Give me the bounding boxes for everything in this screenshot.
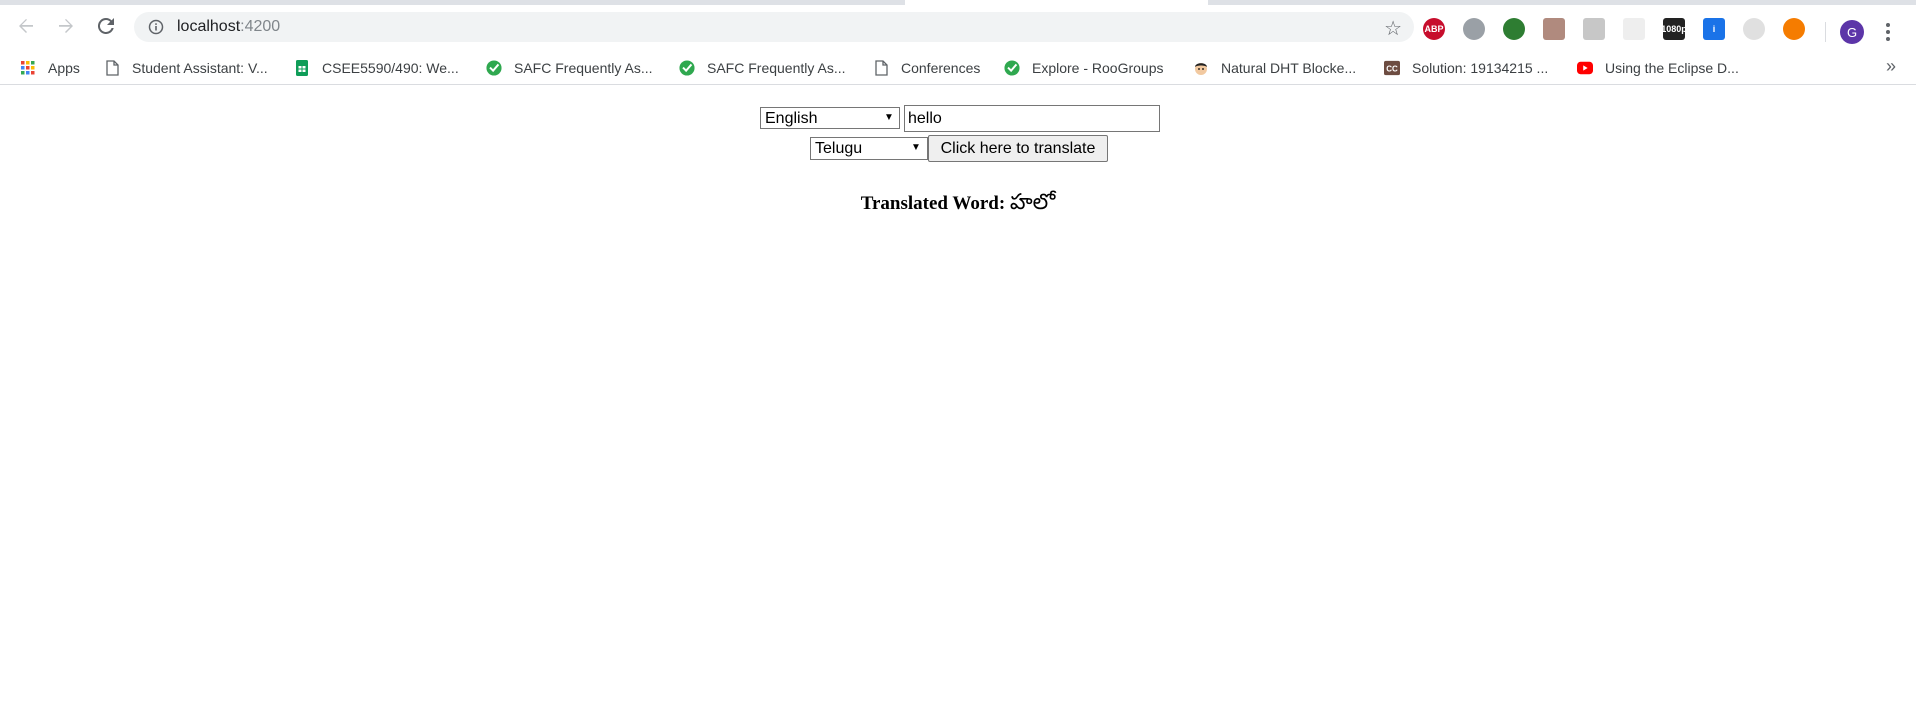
bookmark-csee5590[interactable]: CSEE5590/490: We... <box>294 58 459 78</box>
bookmark-label: Solution: 19134215 ... <box>1412 60 1549 76</box>
profile-avatar[interactable]: G <box>1840 20 1864 44</box>
timer-extension-icon[interactable] <box>1743 18 1765 40</box>
fire-extension-icon[interactable] <box>1783 18 1805 40</box>
url-text[interactable]: localhost:4200 <box>177 18 280 36</box>
bookmark-explore-roogroups[interactable]: Explore - RooGroups <box>1004 58 1164 78</box>
pdf-extension-icon[interactable] <box>1543 18 1565 40</box>
bookmark-natural-dht[interactable]: Natural DHT Blocke... <box>1193 58 1356 78</box>
bookmark-label: Conferences <box>901 60 981 76</box>
translate-button[interactable]: Click here to translate <box>928 135 1108 162</box>
forward-arrow-icon <box>59 19 73 33</box>
check-badge-icon <box>679 60 695 76</box>
bookmark-safc-1[interactable]: SAFC Frequently As... <box>486 58 653 78</box>
info-icon[interactable] <box>148 19 164 35</box>
grammar-extension-icon[interactable] <box>1583 18 1605 40</box>
bookmarks-bar: Apps Student Assistant: V... CSEE5590/490:… <box>0 50 1916 85</box>
result-value: హలో <box>1009 189 1056 214</box>
toolbar-separator <box>1825 22 1826 42</box>
youtube-icon <box>1577 60 1593 76</box>
source-language-select[interactable]: English <box>760 107 900 129</box>
browser-menu-button[interactable] <box>1882 20 1894 44</box>
bookmark-label: Explore - RooGroups <box>1032 60 1164 76</box>
url-host: localhost <box>177 18 241 35</box>
forward-button[interactable] <box>52 12 80 40</box>
bookmark-safc-2[interactable]: SAFC Frequently As... <box>679 58 846 78</box>
translation-result: Translated Word: హలో <box>0 189 1916 220</box>
bookmarks-overflow-chevron-icon[interactable]: » <box>1886 56 1896 77</box>
bookmark-label: Natural DHT Blocke... <box>1221 60 1357 76</box>
bookmark-label: Student Assistant: V... <box>132 60 268 76</box>
globe-extension-icon[interactable] <box>1503 18 1525 40</box>
bookmark-label: Using the Eclipse D... <box>1605 60 1739 76</box>
bookmark-label: CSEE5590/490: We... <box>322 60 459 76</box>
target-language-select[interactable]: Telugu <box>810 137 928 160</box>
back-button[interactable] <box>12 12 40 40</box>
bookmark-star-icon[interactable]: ☆ <box>1384 16 1402 41</box>
word-input[interactable] <box>904 105 1160 132</box>
browser-toolbar: localhost:4200 ☆ ABP 1080p i G <box>0 6 1916 46</box>
tab-strip-segment <box>0 0 905 5</box>
check-badge-icon <box>1004 60 1020 76</box>
url-port: :4200 <box>240 18 281 35</box>
result-label: Translated Word: <box>860 193 1006 214</box>
shield-extension-icon[interactable] <box>1463 18 1485 40</box>
cc-icon: CC <box>1384 60 1400 76</box>
svg-text:CC: CC <box>1386 65 1398 74</box>
check-badge-icon <box>486 60 502 76</box>
bookmark-label: SAFC Frequently As... <box>707 60 846 76</box>
apps-grid-icon <box>20 60 36 76</box>
bookmark-eclipse[interactable]: Using the Eclipse D... <box>1577 58 1739 78</box>
adblock-plus-icon[interactable]: ABP <box>1423 18 1445 40</box>
bookmark-conferences[interactable]: Conferences <box>873 58 980 78</box>
address-bar[interactable]: localhost:4200 ☆ <box>134 12 1414 42</box>
page-icon <box>873 60 889 76</box>
page-content: English ▼ Telugu ▼ Click here to transla… <box>0 85 1916 702</box>
video-extension-icon[interactable]: 1080p <box>1661 18 1687 40</box>
back-arrow-icon <box>19 19 33 33</box>
bookmark-solution[interactable]: CC Solution: 19134215 ... <box>1384 58 1548 78</box>
bookmark-label: Apps <box>48 60 80 76</box>
reload-button[interactable] <box>92 12 120 40</box>
tab-strip-segment <box>1208 0 1916 5</box>
bookmark-label: SAFC Frequently As... <box>514 60 653 76</box>
blank-extension-icon[interactable] <box>1623 18 1645 40</box>
sheets-icon <box>294 60 310 76</box>
bookmark-apps[interactable]: Apps <box>20 58 80 78</box>
page-icon <box>104 60 120 76</box>
face-icon <box>1193 60 1209 76</box>
bookmark-student-assistant[interactable]: Student Assistant: V... <box>104 58 268 78</box>
reload-icon <box>98 18 114 34</box>
info-extension-icon[interactable]: i <box>1703 18 1725 40</box>
